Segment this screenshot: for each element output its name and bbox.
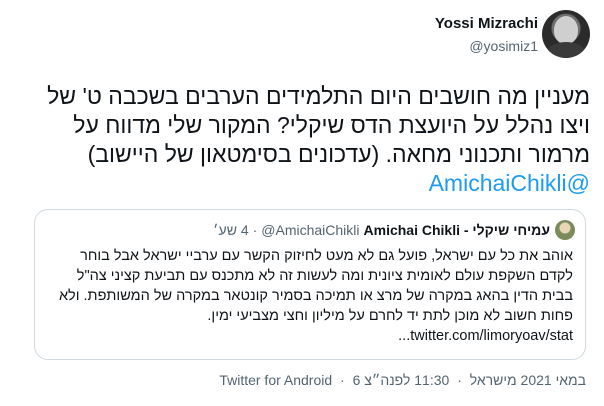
avatar[interactable] <box>542 10 590 58</box>
author-handle[interactable]: @yosimiz1 <box>435 36 538 56</box>
tweet-body: מעניין מה חושבים היום התלמידים הערבים בש… <box>47 83 590 167</box>
quoted-avatar[interactable] <box>555 220 575 240</box>
mention-link[interactable]: @AmichaiChikli <box>429 170 590 196</box>
author-block[interactable]: Yossi Mizrachi @yosimiz1 <box>435 14 538 56</box>
quoted-timestamp[interactable]: 4 שע׳ <box>213 222 248 238</box>
separator-dot: · <box>457 372 462 388</box>
quoted-author-name[interactable]: עמיחי שיקלי - Amichai Chikli <box>364 222 550 238</box>
quoted-body: אוהב את כל עם ישראל, פועל גם לא מעט לחיז… <box>58 248 573 324</box>
tweet-meta: Twitter for Android · 6 במאי 2021 מישראל… <box>219 372 586 388</box>
quoted-tweet-text: אוהב את כל עם ישראל, פועל גם לא מעט לחיז… <box>45 246 573 346</box>
tweet-card: Yossi Mizrachi @yosimiz1 מעניין מה חושבי… <box>0 0 604 406</box>
author-name[interactable]: Yossi Mizrachi <box>435 14 538 34</box>
quoted-author-handle[interactable]: @AmichaiChikli <box>261 222 359 238</box>
quoted-tweet[interactable]: עמיחי שיקלי - Amichai Chikli @AmichaiChi… <box>34 209 586 360</box>
tweet-text: מעניין מה חושבים היום התלמידים הערבים בש… <box>12 82 590 198</box>
separator-dot: · <box>340 372 345 388</box>
tweet-time[interactable]: 11:30 לפנה״צ <box>364 372 449 388</box>
quoted-tweet-header: עמיחי שיקלי - Amichai Chikli @AmichaiChi… <box>213 220 575 240</box>
separator-dot: · <box>252 222 258 238</box>
quoted-link[interactable]: twitter.com/limoryoav/stat... <box>398 328 573 344</box>
tweet-source[interactable]: Twitter for Android <box>219 372 332 388</box>
